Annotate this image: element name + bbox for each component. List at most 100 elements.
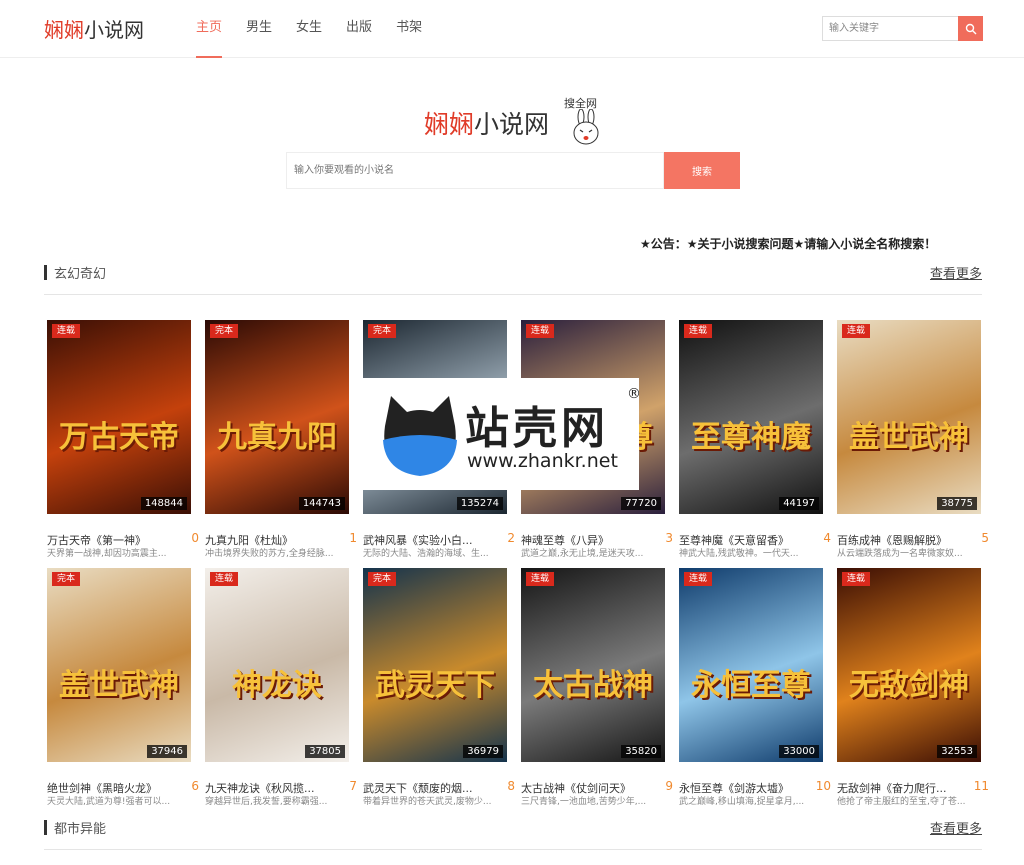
- book-description: 从云端跌落成为一名卑微家奴...: [837, 549, 963, 559]
- view-count: 44197: [779, 497, 819, 510]
- book-description: 天界第一战神,却因功高震主...: [47, 549, 167, 559]
- section-divider: [44, 294, 982, 295]
- book-cover[interactable]: 至尊神魔 连载 44197: [679, 320, 823, 514]
- hero-search-input[interactable]: [286, 152, 664, 189]
- book-rank: 3: [665, 531, 673, 545]
- hero-logo: 娴娴小说网 搜全网: [424, 95, 614, 155]
- section-title: 玄幻奇幻: [54, 267, 107, 282]
- status-badge: 连载: [526, 324, 555, 338]
- book-description: 武之巅峰,移山填海,捉星拿月,...: [679, 797, 805, 807]
- book-description: 无际的大陆、浩瀚的海域、生...: [363, 549, 489, 559]
- top-bar: 娴娴小说网 主页 男生 女生 出版 书架: [0, 0, 1024, 58]
- view-more-link[interactable]: 查看更多: [930, 263, 982, 282]
- book-description: 三尺青锋,一池血地,苦势少年,...: [521, 797, 647, 807]
- header-search-input[interactable]: [822, 16, 958, 41]
- cover-title: 武灵天下: [375, 668, 495, 703]
- book-cover[interactable]: 神龙诀 连载 37805: [205, 568, 349, 762]
- nav-male[interactable]: 男生: [246, 0, 272, 58]
- section-header-xuanhuan: 玄幻奇幻 查看更多: [44, 262, 982, 288]
- section-header-dushi: 都市异能 查看更多: [44, 817, 982, 843]
- status-badge: 连载: [684, 324, 713, 338]
- status-badge: 连载: [684, 572, 713, 586]
- view-count: 37805: [305, 745, 345, 758]
- cover-title: 万古天帝: [59, 420, 179, 455]
- book-rank: 9: [665, 779, 673, 793]
- book-description: 冲击境界失败的苏方,全身经脉...: [205, 549, 334, 559]
- status-badge: 连载: [526, 572, 555, 586]
- book-rank: 5: [981, 531, 989, 545]
- book-cover[interactable]: 无敌剑神 连载 32553: [837, 568, 981, 762]
- view-count: 148844: [140, 497, 187, 510]
- nav-female[interactable]: 女生: [296, 0, 322, 58]
- book-cover[interactable]: 武灵天下 完本 36979: [363, 568, 507, 762]
- book-description: 天灵大陆,武道为尊!强者可以...: [47, 797, 171, 807]
- nav-home[interactable]: 主页: [196, 0, 223, 58]
- search-icon: [965, 23, 976, 34]
- section-divider: [44, 849, 982, 850]
- view-count: 33000: [779, 745, 819, 758]
- book-rank: 4: [823, 531, 831, 545]
- watermark-url: www.zhankr.net: [467, 450, 618, 472]
- book-description: 他抢了帝主服红的至宝,夺了苍...: [837, 797, 966, 807]
- bunny-icon: [573, 109, 599, 145]
- announcement: ★公告：★关于小说搜索问题★请输入小说全名称搜索！: [640, 237, 937, 251]
- book-cover[interactable]: 盖世武神 连载 38775: [837, 320, 981, 514]
- nav-publish[interactable]: 出版: [346, 0, 372, 58]
- book-cover[interactable]: 太古战神 连载 35820: [521, 568, 665, 762]
- cover-title: 太古战神: [533, 668, 653, 703]
- book-description: 武道之巅,永无止境,是迷天攻...: [521, 549, 644, 559]
- book-rank: 11: [973, 779, 989, 793]
- main-nav: 主页 男生 女生 出版 书架: [196, 0, 446, 58]
- view-count: 37946: [147, 745, 187, 758]
- cover-title: 九真九阳: [217, 420, 337, 455]
- view-count: 135274: [456, 497, 503, 510]
- cat-logo-icon: [383, 396, 457, 476]
- view-count: 32553: [937, 745, 977, 758]
- book-rank: 7: [349, 779, 357, 793]
- book-rank: 2: [507, 531, 515, 545]
- site-logo[interactable]: 娴娴小说网: [44, 14, 144, 43]
- status-badge: 完本: [210, 324, 239, 338]
- watermark-reg: ®: [627, 386, 641, 402]
- status-badge: 连载: [52, 324, 81, 338]
- cover-title: 盖世武神: [849, 420, 969, 455]
- hero-search: 搜索: [286, 152, 740, 189]
- book-description: 穿越异世后,我发誓,要称霸强...: [205, 797, 328, 807]
- section-bar: [44, 820, 47, 835]
- cover-title: 盖世武神: [59, 668, 179, 703]
- status-badge: 完本: [368, 572, 397, 586]
- book-cover[interactable]: 永恒至尊 连载 33000: [679, 568, 823, 762]
- watermark: 站壳网 ® www.zhankr.net: [363, 378, 641, 490]
- view-count: 35820: [621, 745, 661, 758]
- view-more-link[interactable]: 查看更多: [930, 818, 982, 837]
- view-count: 77720: [621, 497, 661, 510]
- cover-title: 神龙诀: [232, 668, 322, 703]
- status-badge: 完本: [52, 572, 81, 586]
- status-badge: 连载: [842, 324, 871, 338]
- book-rank: 0: [191, 531, 199, 545]
- section-bar: [44, 265, 47, 280]
- book-cover[interactable]: 盖世武神 完本 37946: [47, 568, 191, 762]
- section-title: 都市异能: [54, 822, 107, 837]
- hero-search-button[interactable]: 搜索: [664, 152, 740, 189]
- cover-title: 无敌剑神: [849, 668, 969, 703]
- header-search-button[interactable]: [958, 16, 983, 41]
- view-count: 144743: [298, 497, 345, 510]
- view-count: 36979: [463, 745, 503, 758]
- status-badge: 连载: [210, 572, 239, 586]
- watermark-title: 站壳网: [465, 403, 609, 454]
- book-description: 神武大陆,残武敬神。一代天...: [679, 549, 799, 559]
- book-cover[interactable]: 九真九阳 完本 144743: [205, 320, 349, 514]
- view-count: 38775: [937, 497, 977, 510]
- book-rank: 6: [191, 779, 199, 793]
- book-description: 带着异世界的苍天武灵,废物少...: [363, 797, 492, 807]
- cover-title: 至尊神魔: [691, 420, 811, 455]
- book-cover[interactable]: 万古天帝 连载 148844: [47, 320, 191, 514]
- nav-bookshelf[interactable]: 书架: [396, 0, 422, 58]
- status-badge: 连载: [842, 572, 871, 586]
- book-rank: 1: [349, 531, 357, 545]
- book-rank: 8: [507, 779, 515, 793]
- status-badge: 完本: [368, 324, 397, 338]
- cover-title: 永恒至尊: [691, 668, 811, 703]
- book-rank: 10: [815, 779, 831, 793]
